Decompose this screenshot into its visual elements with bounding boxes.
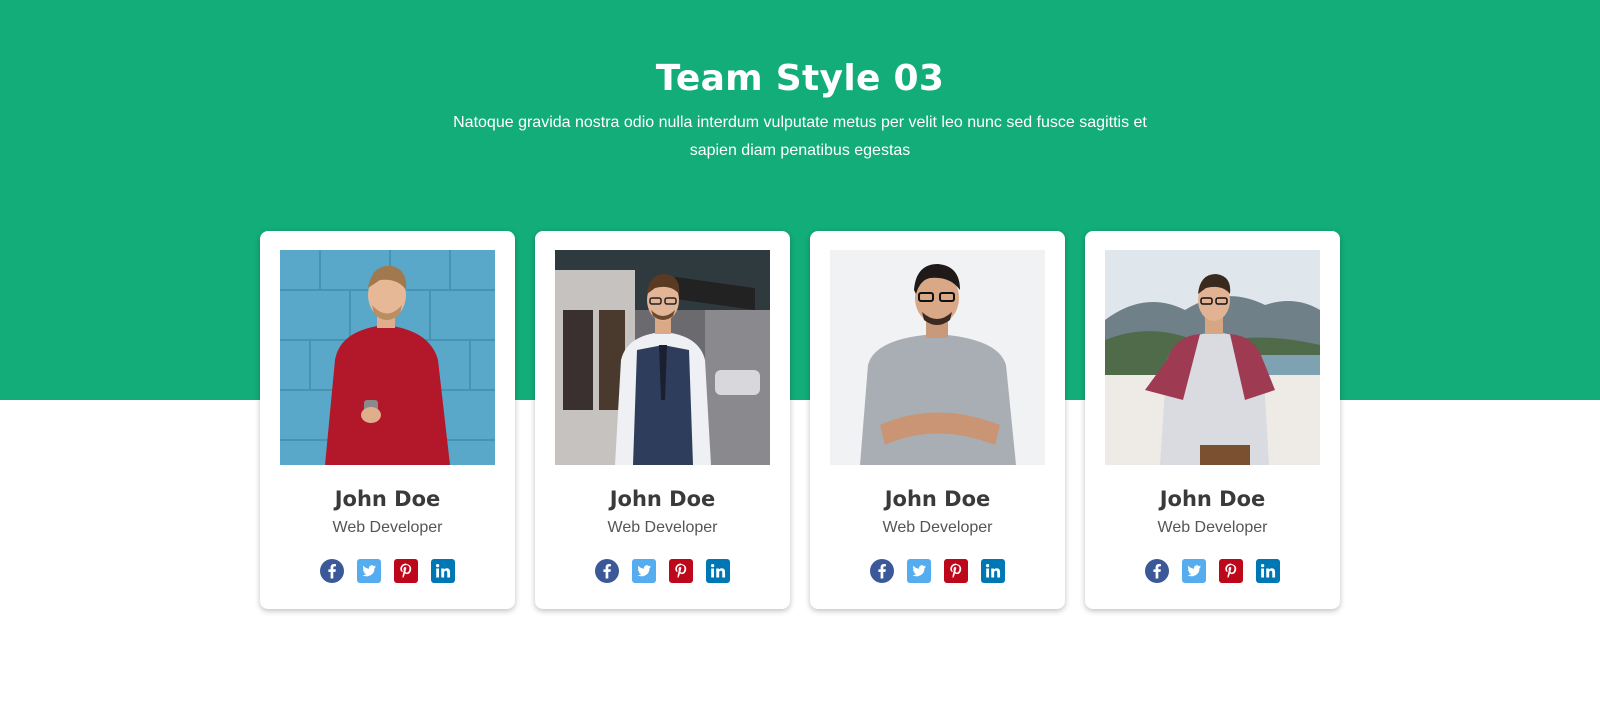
- team-grid: John Doe Web Developer John Doe Web Deve…: [260, 231, 1340, 609]
- team-member-role: Web Developer: [882, 519, 993, 536]
- linkedin-icon[interactable]: [431, 559, 455, 583]
- team-member-name: John Doe: [334, 487, 441, 511]
- twitter-icon[interactable]: [632, 559, 656, 583]
- twitter-icon[interactable]: [357, 559, 381, 583]
- team-member-photo: [555, 250, 770, 465]
- social-links: [1085, 559, 1340, 583]
- team-member-photo: [280, 250, 495, 465]
- social-links: [535, 559, 790, 583]
- person-photo-red-sweater: [280, 250, 495, 465]
- person-photo-raglan-hills: [1105, 250, 1320, 465]
- facebook-icon[interactable]: [1145, 559, 1169, 583]
- pinterest-icon[interactable]: [394, 559, 418, 583]
- linkedin-icon[interactable]: [706, 559, 730, 583]
- page-title: Team Style 03: [655, 58, 945, 99]
- person-photo-grey-tshirt: [830, 250, 1045, 465]
- pinterest-icon[interactable]: [1219, 559, 1243, 583]
- team-card: John Doe Web Developer: [260, 231, 515, 609]
- social-links: [810, 559, 1065, 583]
- facebook-icon[interactable]: [320, 559, 344, 583]
- pinterest-icon[interactable]: [669, 559, 693, 583]
- pinterest-icon[interactable]: [944, 559, 968, 583]
- linkedin-icon[interactable]: [981, 559, 1005, 583]
- person-photo-vest-street: [555, 250, 770, 465]
- team-member-name: John Doe: [1159, 487, 1266, 511]
- team-member-photo: [1105, 250, 1320, 465]
- team-card: John Doe Web Developer: [1085, 231, 1340, 609]
- facebook-icon[interactable]: [595, 559, 619, 583]
- team-card: John Doe Web Developer: [535, 231, 790, 609]
- team-member-name: John Doe: [609, 487, 716, 511]
- page-subtitle: Natoque gravida nostra odio nulla interd…: [453, 114, 1147, 159]
- team-member-name: John Doe: [884, 487, 991, 511]
- twitter-icon[interactable]: [907, 559, 931, 583]
- twitter-icon[interactable]: [1182, 559, 1206, 583]
- team-card: John Doe Web Developer: [810, 231, 1065, 609]
- linkedin-icon[interactable]: [1256, 559, 1280, 583]
- facebook-icon[interactable]: [870, 559, 894, 583]
- team-member-role: Web Developer: [607, 519, 718, 536]
- team-member-role: Web Developer: [332, 519, 443, 536]
- team-member-role: Web Developer: [1157, 519, 1268, 536]
- social-links: [260, 559, 515, 583]
- team-member-photo: [830, 250, 1045, 465]
